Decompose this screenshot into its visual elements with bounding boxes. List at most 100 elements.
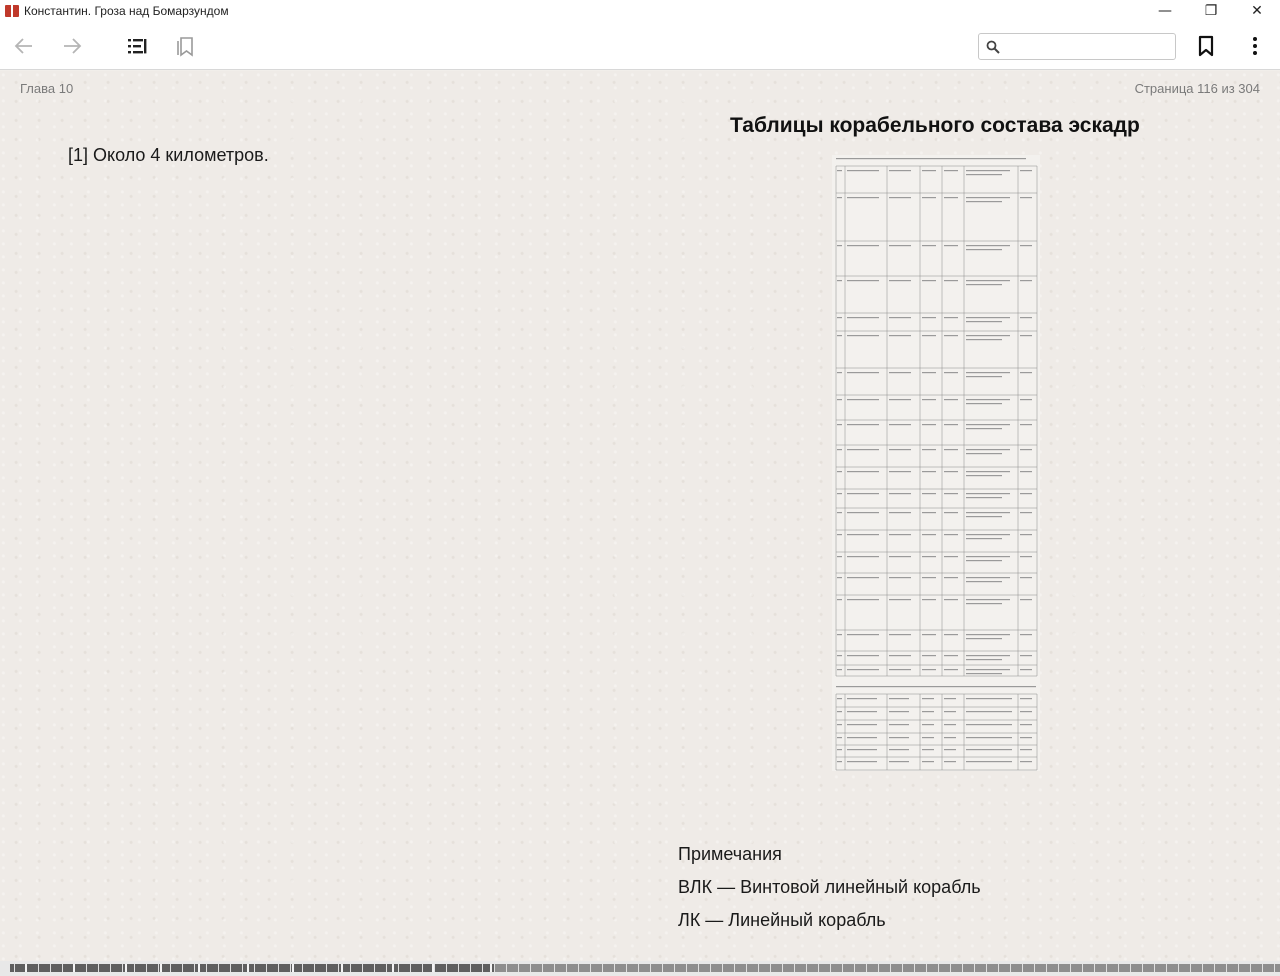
progress-tick [1154,964,1155,972]
progress-tick [122,964,123,972]
arrow-right-icon [64,38,82,54]
footnote-text: [1] Около 4 километров. [68,145,269,165]
chapter-tick [432,964,434,972]
bookmark-button[interactable] [1194,34,1218,58]
progress-tick [1058,964,1059,972]
progress-tick [470,964,471,972]
reader-toolbar [0,22,1280,70]
bookmarks-list-icon [177,37,193,57]
progress-tick [242,964,243,972]
progress-tick [746,964,747,972]
progress-tick [686,964,687,972]
progress-tick [446,964,447,972]
progress-tick [398,964,399,972]
progress-tick [938,964,939,972]
progress-tick [14,964,15,972]
progress-tick [830,964,831,972]
progress-tick [1226,964,1227,972]
progress-tick [422,964,423,972]
contents-button[interactable] [125,34,149,58]
progress-tick [1082,964,1083,972]
chapter-label: Глава 10 [20,81,74,96]
progress-tick [134,964,135,972]
bookmarks-list-button[interactable] [173,34,197,58]
progress-tick [386,964,387,972]
progress-tick [1046,964,1047,972]
reading-progress-bar[interactable] [0,961,1280,976]
progress-tick [458,964,459,972]
progress-tick [986,964,987,972]
progress-tick [530,964,531,972]
reading-area[interactable]: Глава 10 Страница 116 из 304 [1] Около 4… [0,71,1280,961]
progress-tick [1130,964,1131,972]
progress-tick [866,964,867,972]
progress-tick [362,964,363,972]
notes-heading: Примечания [678,844,782,864]
progress-tick [1250,964,1251,972]
progress-tick [266,964,267,972]
table-of-contents-icon [128,39,147,54]
chapter-tick [490,964,492,972]
progress-tick [182,964,183,972]
progress-tick [998,964,999,972]
title-bar: Константин. Гроза над Бомарзундом — ❐ ✕ [0,0,1280,22]
progress-track[interactable] [10,964,1280,972]
close-button[interactable]: ✕ [1234,0,1280,22]
forward-button[interactable] [60,34,84,58]
progress-tick [1202,964,1203,972]
progress-tick [926,964,927,972]
progress-tick [566,964,567,972]
progress-tick [254,964,255,972]
progress-tick [314,964,315,972]
progress-tick [1094,964,1095,972]
window-title: Константин. Гроза над Бомарзундом [24,4,229,18]
progress-tick [1166,964,1167,972]
progress-tick [1070,964,1071,972]
progress-tick [86,964,87,972]
search-input[interactable] [1003,36,1171,57]
progress-tick [638,964,639,972]
progress-tick [290,964,291,972]
scanned-tables-image [832,155,1040,771]
progress-tick [1190,964,1191,972]
progress-tick [434,964,435,972]
progress-tick [350,964,351,972]
chapter-tick [392,964,394,972]
app-book-icon [5,5,19,17]
back-button[interactable] [12,34,36,58]
chapter-tick [25,964,27,972]
window-controls: — ❐ ✕ [1142,0,1280,22]
chapter-tick [292,964,294,972]
progress-tick [770,964,771,972]
progress-tick [758,964,759,972]
progress-tick [326,964,327,972]
progress-tick [734,964,735,972]
progress-tick [806,964,807,972]
progress-tick [950,964,951,972]
progress-tick [206,964,207,972]
progress-tick [614,964,615,972]
progress-tick [962,964,963,972]
progress-tick [1178,964,1179,972]
progress-tick [194,964,195,972]
progress-tick [890,964,891,972]
arrow-left-icon [14,38,32,54]
progress-tick [146,964,147,972]
progress-tick [878,964,879,972]
progress-tick [38,964,39,972]
bookmark-icon [1198,35,1214,57]
progress-tick [794,964,795,972]
progress-tick [662,964,663,972]
progress-tick [1022,964,1023,972]
progress-tick [410,964,411,972]
progress-tick [230,964,231,972]
search-field[interactable] [978,33,1176,60]
progress-tick [722,964,723,972]
notes-block: Примечания ВЛК — Винтовой линейный кораб… [678,843,981,942]
progress-tick [278,964,279,972]
progress-tick [626,964,627,972]
menu-button[interactable] [1243,34,1267,58]
minimize-button[interactable]: — [1142,0,1188,22]
progress-tick [218,964,219,972]
maximize-button[interactable]: ❐ [1188,0,1234,22]
